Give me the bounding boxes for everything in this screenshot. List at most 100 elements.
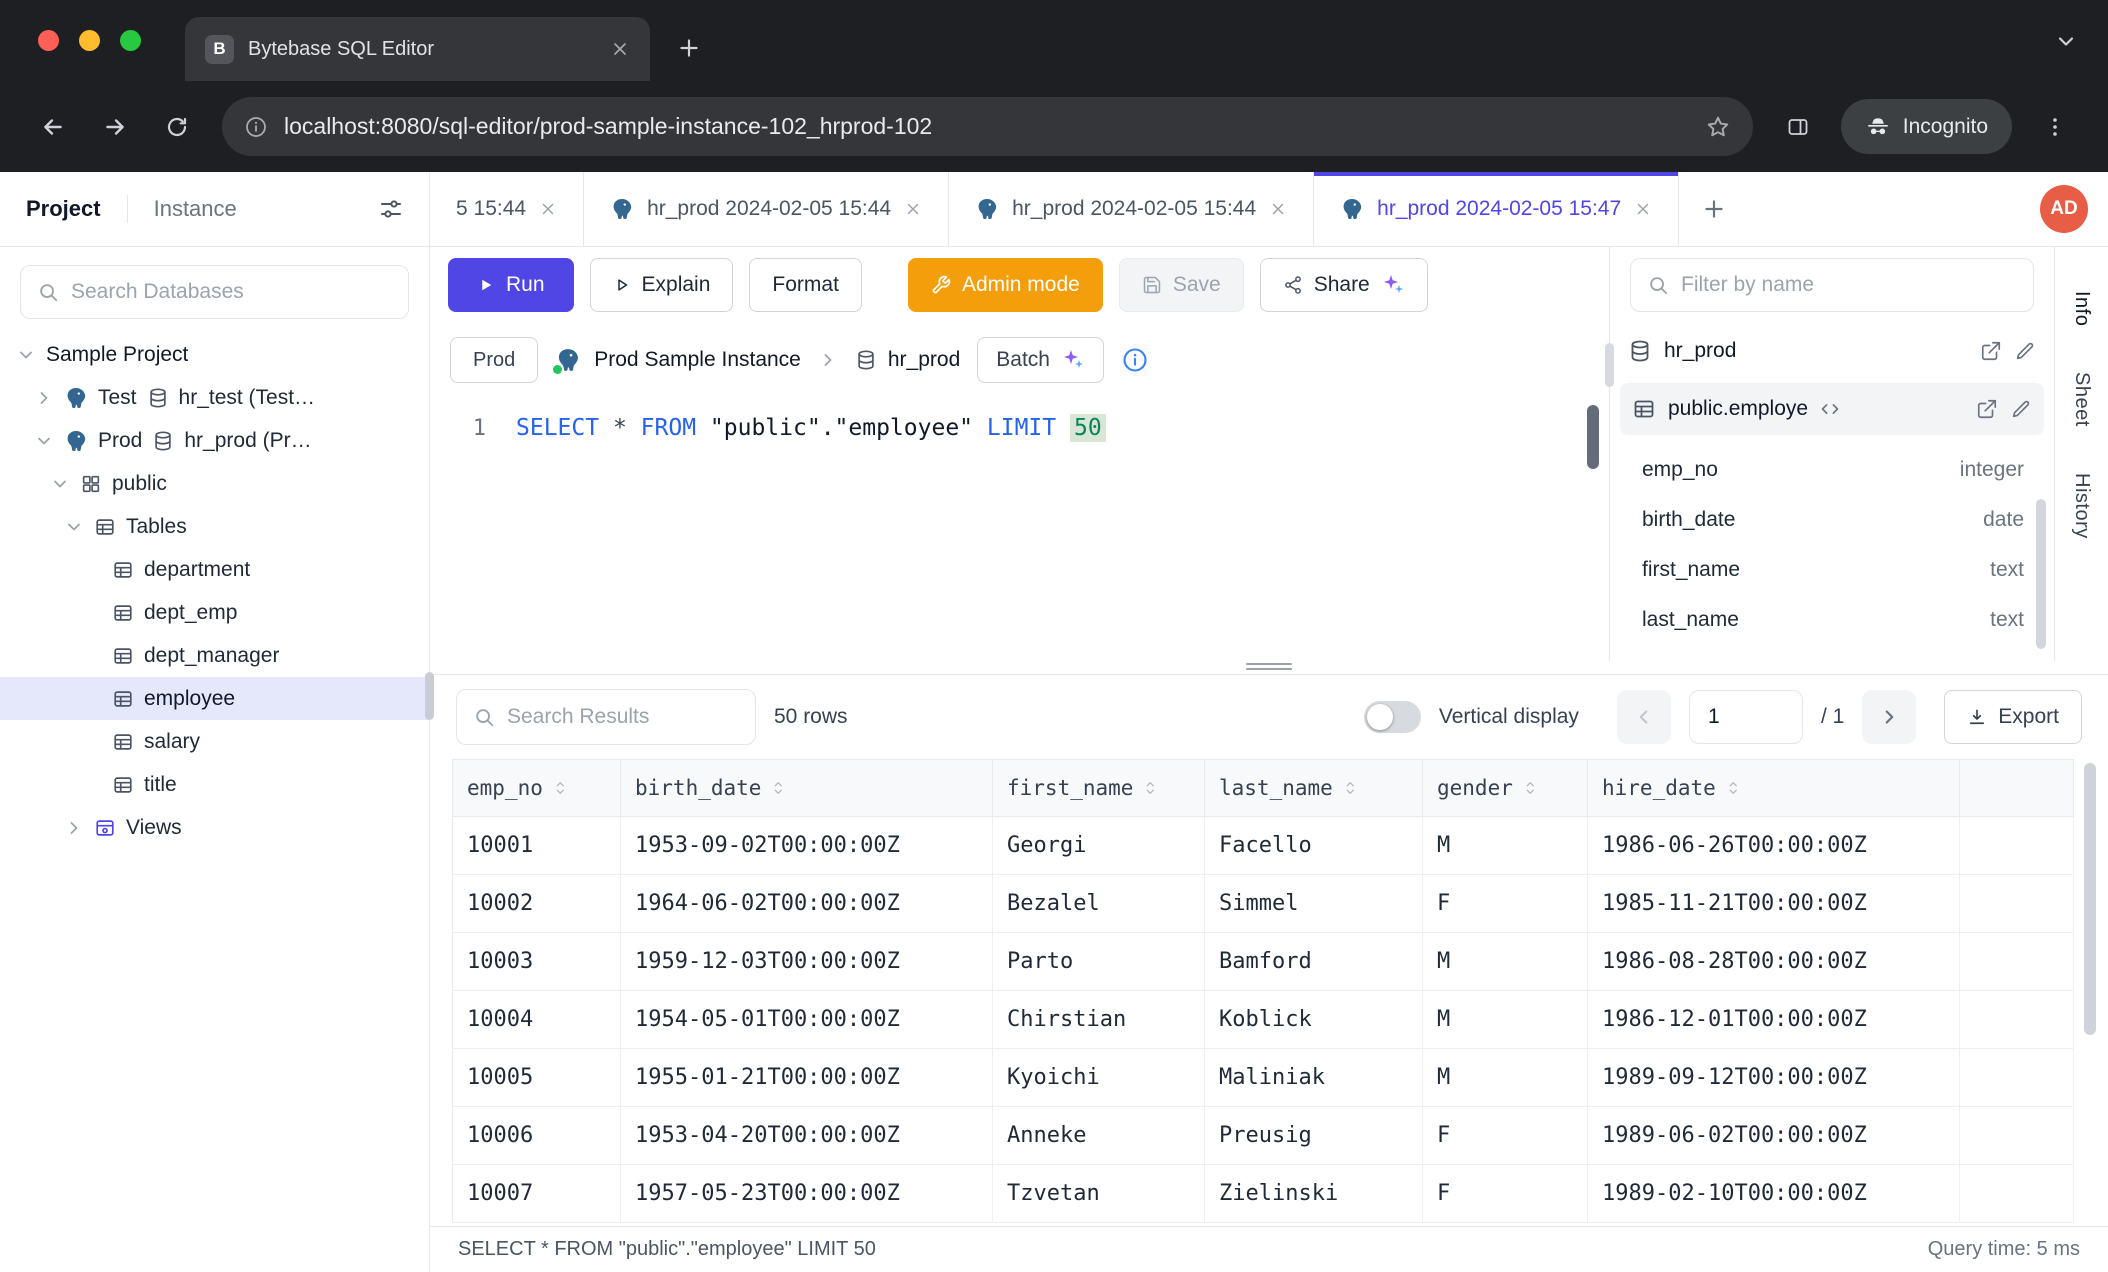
result-cell[interactable]: 1964-06-02T00:00:00Z xyxy=(621,875,993,933)
tree-item-views[interactable]: Views xyxy=(0,806,429,849)
bookmark-star-icon[interactable] xyxy=(1705,114,1731,140)
schema-column-row[interactable]: first_nametext xyxy=(1610,545,2054,595)
sort-icon[interactable] xyxy=(1725,779,1743,797)
result-cell[interactable]: 10003 xyxy=(453,933,621,991)
column-header-birth_date[interactable]: birth_date xyxy=(621,760,993,817)
side-tab-history[interactable]: History xyxy=(2070,457,2093,555)
sql-tab[interactable]: hr_prod 2024-02-05 15:44 xyxy=(584,172,949,246)
result-cell[interactable]: 1986-08-28T00:00:00Z xyxy=(1588,933,1960,991)
window-close-button[interactable] xyxy=(38,30,59,51)
result-cell[interactable]: F xyxy=(1423,1107,1588,1165)
result-cell[interactable]: Chirstian xyxy=(993,991,1205,1049)
open-external-icon[interactable] xyxy=(1980,340,2002,362)
format-button[interactable]: Format xyxy=(749,258,862,312)
result-cell[interactable]: Bamford xyxy=(1205,933,1423,991)
reload-button[interactable] xyxy=(150,100,204,154)
result-cell[interactable]: Koblick xyxy=(1205,991,1423,1049)
tab-close-icon[interactable] xyxy=(1634,200,1652,218)
browser-tab-close-icon[interactable] xyxy=(610,39,630,59)
database-breadcrumb[interactable]: hr_prod xyxy=(855,348,960,372)
instance-breadcrumb[interactable]: Prod Sample Instance xyxy=(555,347,801,373)
explain-button[interactable]: Explain xyxy=(590,258,734,312)
result-cell[interactable]: 1989-06-02T00:00:00Z xyxy=(1588,1107,1960,1165)
result-cell[interactable]: 1954-05-01T00:00:00Z xyxy=(621,991,993,1049)
column-header-gender[interactable]: gender xyxy=(1423,760,1588,817)
schema-table-row[interactable]: public.employe xyxy=(1620,383,2044,435)
results-search-input[interactable]: Search Results xyxy=(456,689,756,745)
result-cell[interactable]: M xyxy=(1423,991,1588,1049)
sort-icon[interactable] xyxy=(770,779,788,797)
sort-icon[interactable] xyxy=(1342,779,1360,797)
tree-item-tables[interactable]: Tables xyxy=(0,505,429,548)
result-cell[interactable]: 1957-05-23T00:00:00Z xyxy=(621,1165,993,1223)
side-tab-info[interactable]: Info xyxy=(2070,275,2093,342)
tree-item-project[interactable]: Sample Project xyxy=(0,333,429,376)
result-cell[interactable]: Georgi xyxy=(993,817,1205,875)
add-sheet-icon[interactable] xyxy=(1701,196,1727,222)
forward-button[interactable] xyxy=(88,100,142,154)
tree-item-table-employee[interactable]: employee xyxy=(0,677,429,720)
result-cell[interactable]: Preusig xyxy=(1205,1107,1423,1165)
result-cell[interactable]: 10007 xyxy=(453,1165,621,1223)
result-cell[interactable]: 10002 xyxy=(453,875,621,933)
back-button[interactable] xyxy=(26,100,80,154)
schema-scrollbar[interactable] xyxy=(2036,499,2046,649)
result-cell[interactable]: Anneke xyxy=(993,1107,1205,1165)
schema-column-row[interactable]: birth_datedate xyxy=(1610,495,2054,545)
next-page-button[interactable] xyxy=(1862,690,1916,744)
result-cell[interactable]: 1955-01-21T00:00:00Z xyxy=(621,1049,993,1107)
export-button[interactable]: Export xyxy=(1944,690,2082,744)
result-cell[interactable]: Parto xyxy=(993,933,1205,991)
sidebar-resize-handle[interactable] xyxy=(425,672,434,720)
edit-icon[interactable] xyxy=(2010,398,2032,420)
result-cell[interactable]: 1985-11-21T00:00:00Z xyxy=(1588,875,1960,933)
tree-item-schema-public[interactable]: public xyxy=(0,462,429,505)
result-cell[interactable]: Zielinski xyxy=(1205,1165,1423,1223)
open-external-icon[interactable] xyxy=(1976,398,1998,420)
splitter-grip-icon[interactable] xyxy=(1246,663,1292,670)
site-info-icon[interactable] xyxy=(244,115,268,139)
url-bar[interactable]: localhost:8080/sql-editor/prod-sample-in… xyxy=(222,97,1753,156)
tab-instance[interactable]: Instance xyxy=(154,196,237,222)
tree-item-table-dept_manager[interactable]: dept_manager xyxy=(0,634,429,677)
tab-project[interactable]: Project xyxy=(26,196,101,222)
caret-right-icon[interactable] xyxy=(34,388,54,408)
vertical-display-toggle[interactable] xyxy=(1364,701,1421,733)
browser-tab[interactable]: B Bytebase SQL Editor xyxy=(185,17,650,81)
sidebar-settings-icon[interactable] xyxy=(379,197,403,221)
browser-menu-button[interactable] xyxy=(2028,100,2082,154)
tree-item-prod-database[interactable]: Prod hr_prod (Pr… xyxy=(0,419,429,462)
tree-item-test-database[interactable]: Test hr_test (Test… xyxy=(0,376,429,419)
filter-input[interactable]: Filter by name xyxy=(1630,258,2034,312)
sort-icon[interactable] xyxy=(552,779,570,797)
schema-column-row[interactable]: emp_nointeger xyxy=(1610,445,2054,495)
result-cell[interactable]: F xyxy=(1423,875,1588,933)
edit-icon[interactable] xyxy=(2014,340,2036,362)
tree-item-table-dept_emp[interactable]: dept_emp xyxy=(0,591,429,634)
sort-icon[interactable] xyxy=(1142,779,1160,797)
result-cell[interactable]: Kyoichi xyxy=(993,1049,1205,1107)
result-cell[interactable]: 10001 xyxy=(453,817,621,875)
column-header-first_name[interactable]: first_name xyxy=(993,760,1205,817)
tab-list-chevron-icon[interactable] xyxy=(2054,29,2078,53)
prev-page-button[interactable] xyxy=(1617,690,1671,744)
sql-editor[interactable]: 1 SELECT * FROM "public"."employee" LIMI… xyxy=(430,397,1609,661)
result-cell[interactable]: 1989-09-12T00:00:00Z xyxy=(1588,1049,1960,1107)
column-header-hire_date[interactable]: hire_date xyxy=(1588,760,1960,817)
result-cell[interactable]: 10006 xyxy=(453,1107,621,1165)
caret-down-icon[interactable] xyxy=(34,431,54,451)
environment-chip[interactable]: Prod xyxy=(450,337,538,383)
result-cell[interactable]: Bezalel xyxy=(993,875,1205,933)
schema-database-row[interactable]: hr_prod xyxy=(1610,323,2054,379)
caret-down-icon[interactable] xyxy=(16,345,36,365)
result-cell[interactable]: Tzvetan xyxy=(993,1165,1205,1223)
side-panel-button[interactable] xyxy=(1771,100,1825,154)
sql-tab[interactable]: hr_prod 2024-02-05 15:47 xyxy=(1314,172,1679,246)
share-button[interactable]: Share xyxy=(1260,258,1428,312)
editor-scrollbar[interactable] xyxy=(1587,405,1599,469)
result-cell[interactable]: 1986-06-26T00:00:00Z xyxy=(1588,817,1960,875)
results-scrollbar[interactable] xyxy=(2084,763,2096,1035)
tab-close-icon[interactable] xyxy=(539,200,557,218)
result-cell[interactable]: 10004 xyxy=(453,991,621,1049)
result-cell[interactable]: 1986-12-01T00:00:00Z xyxy=(1588,991,1960,1049)
